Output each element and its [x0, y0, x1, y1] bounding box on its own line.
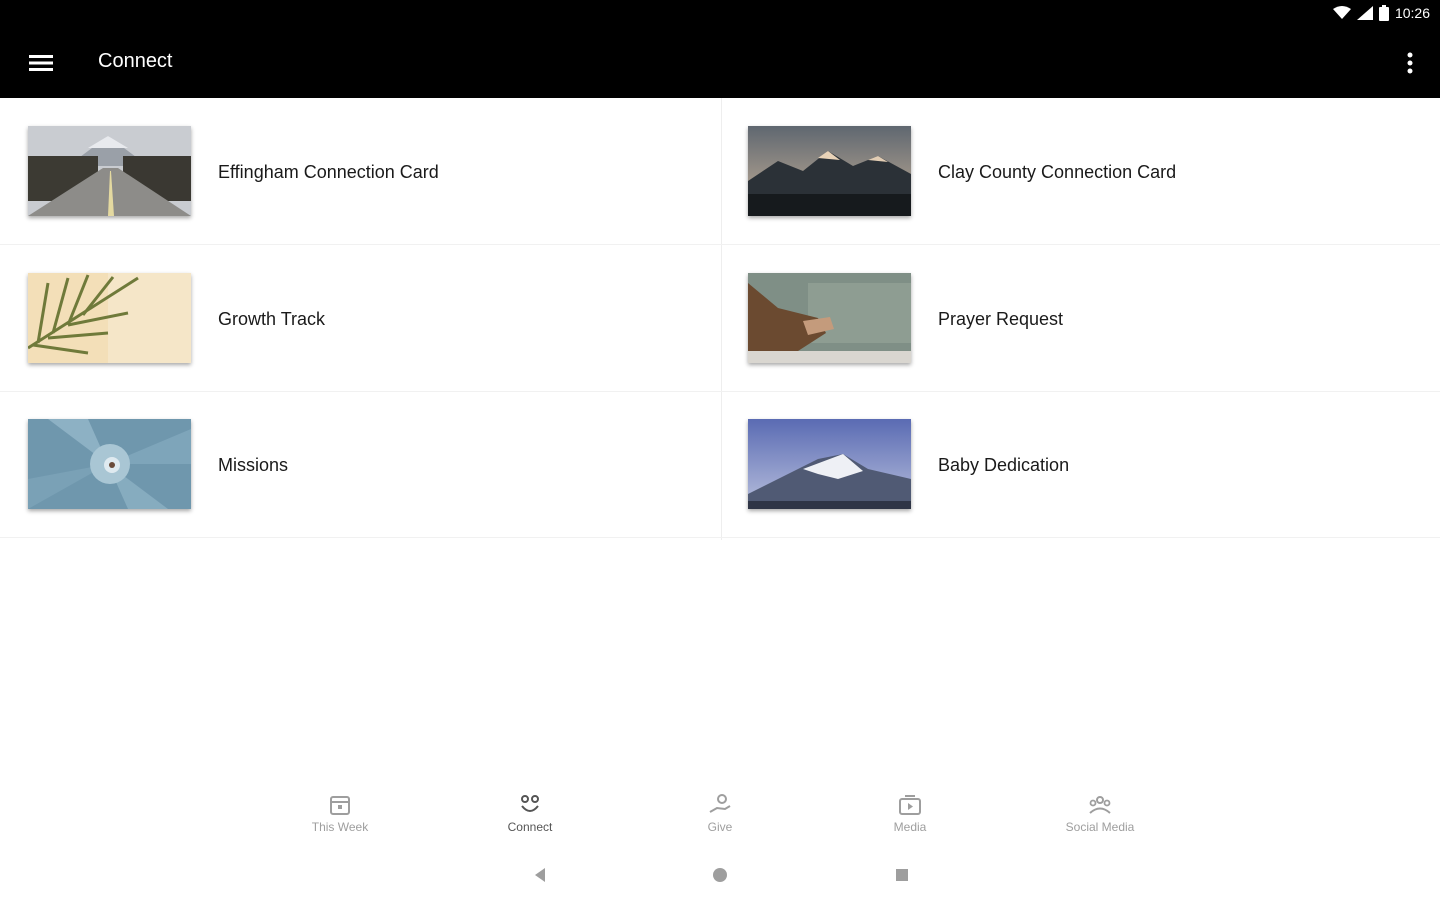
calendar-icon: [330, 796, 350, 815]
tab-media[interactable]: Media: [850, 792, 970, 842]
tile-label: Missions: [218, 455, 289, 475]
tile-baby-dedication[interactable]: Baby Dedication: [720, 391, 1440, 538]
tile-prayer-request[interactable]: Prayer Request: [720, 245, 1440, 392]
more-vertical-icon: [1407, 52, 1413, 74]
tile-growth-track[interactable]: Growth Track: [0, 245, 720, 392]
tab-label: Give: [707, 820, 733, 834]
page-title: Connect: [98, 50, 173, 72]
tile-missions[interactable]: Missions: [0, 391, 720, 538]
tile-label: Growth Track: [218, 309, 326, 329]
recents-square-icon: [896, 869, 908, 881]
tile-label: Effingham Connection Card: [218, 162, 439, 182]
tab-this-week[interactable]: This Week: [280, 792, 400, 842]
tab-label: Media: [893, 820, 927, 834]
menu-button[interactable]: [26, 48, 56, 78]
tab-label: This Week: [311, 820, 369, 834]
tile-image-road-mountains: [28, 126, 191, 216]
status-time: 10:26: [1394, 5, 1430, 21]
home-circle-icon: [713, 868, 727, 882]
hamburger-menu-icon: [29, 55, 53, 71]
status-bar: 10:26: [0, 0, 1440, 28]
media-icon: [899, 795, 921, 815]
wifi-icon: [1332, 6, 1351, 19]
tile-image-mountain-sunset: [748, 126, 911, 216]
nav-back-button[interactable]: [528, 863, 552, 887]
tile-image-palm-leaf: [28, 273, 191, 363]
nav-home-button[interactable]: [708, 863, 732, 887]
tile-label: Baby Dedication: [938, 455, 1070, 475]
tile-label: Prayer Request: [938, 309, 1064, 329]
status-icons: 10:26: [1332, 5, 1430, 21]
tab-give[interactable]: Give: [660, 792, 780, 842]
back-triangle-icon: [535, 868, 545, 882]
overflow-menu-button[interactable]: [1402, 48, 1418, 78]
people-icon: [1089, 796, 1111, 814]
tile-image-succulent: [28, 419, 191, 509]
tile-effingham-connection-card[interactable]: Effingham Connection Card: [0, 98, 720, 245]
tile-clay-county-connection-card[interactable]: Clay County Connection Card: [720, 98, 1440, 245]
battery-icon: [1378, 5, 1389, 21]
tile-image-praying-hands: [748, 273, 911, 363]
tile-image-snowy-mountains: [748, 419, 911, 509]
tile-label: Clay County Connection Card: [938, 162, 1177, 182]
bottom-tab-bar: This Week Connect Give Media Social Medi…: [0, 780, 1440, 840]
tab-label: Connect: [507, 820, 553, 834]
signal-icon: [1356, 6, 1373, 20]
app-bar: Connect: [0, 28, 1440, 98]
tab-connect[interactable]: Connect: [470, 792, 590, 842]
connect-icon: [521, 795, 539, 812]
nav-recents-button[interactable]: [890, 863, 914, 887]
system-nav-bar: [0, 855, 1440, 895]
tab-social-media[interactable]: Social Media: [1040, 792, 1160, 842]
tab-label: Social Media: [1065, 820, 1135, 834]
give-icon: [709, 794, 731, 813]
